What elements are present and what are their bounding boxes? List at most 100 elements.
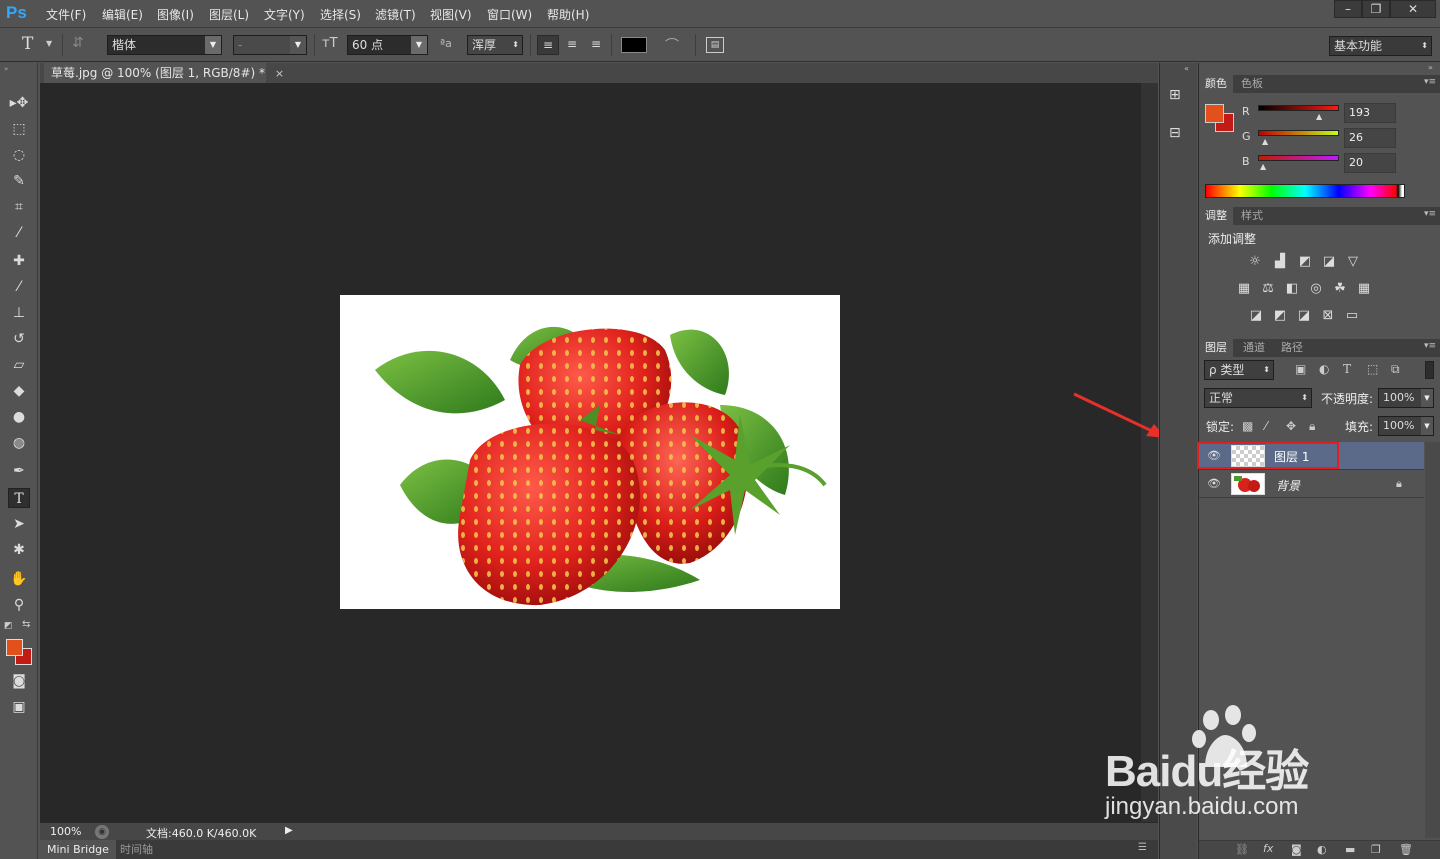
custom-shape-tool-icon[interactable]: ✱ xyxy=(8,540,30,560)
minimize-button[interactable]: – xyxy=(1334,0,1362,18)
pen-tool-icon[interactable]: ✒ xyxy=(8,461,30,481)
blend-mode-select[interactable]: 正常 ⬍ xyxy=(1204,388,1312,408)
document-tab[interactable]: 草莓.jpg @ 100% (图层 1, RGB/8#) * × xyxy=(44,63,284,83)
history-brush-tool-icon[interactable]: ↺ xyxy=(8,329,30,349)
channel-g-value[interactable]: 26 xyxy=(1344,128,1396,148)
close-tab-icon[interactable]: × xyxy=(275,67,284,80)
lock-transparent-icon[interactable]: ▩ xyxy=(1242,419,1253,433)
blur-tool-icon[interactable]: ● xyxy=(8,407,30,427)
new-adjustment-layer-icon[interactable]: ◐ xyxy=(1317,843,1327,856)
filter-toggle[interactable] xyxy=(1425,361,1434,379)
type-tool-icon[interactable]: T xyxy=(8,488,30,508)
path-selection-tool-icon[interactable]: ➤ xyxy=(8,514,30,534)
curves-icon[interactable]: ◩ xyxy=(1296,255,1314,269)
tab-styles[interactable]: 样式 xyxy=(1235,207,1269,225)
layer-name[interactable]: 背景 xyxy=(1276,477,1300,494)
menu-edit[interactable]: 编辑(E) xyxy=(102,6,143,23)
posterize-icon[interactable]: ◩ xyxy=(1271,309,1289,323)
selective-color-icon[interactable]: ⊠ xyxy=(1319,309,1337,323)
crop-tool-icon[interactable]: ⌗ xyxy=(8,197,30,217)
foreground-color-swatch[interactable] xyxy=(1205,104,1224,123)
tab-paths[interactable]: 路径 xyxy=(1275,339,1309,357)
menu-help[interactable]: 帮助(H) xyxy=(547,6,589,23)
font-style-select[interactable]: - ▼ xyxy=(233,35,307,55)
add-mask-icon[interactable]: ◙ xyxy=(1291,843,1302,856)
vibrance-icon[interactable]: ▽ xyxy=(1344,255,1362,269)
exposure-icon[interactable]: ◪ xyxy=(1320,255,1338,269)
hand-tool-icon[interactable]: ✋ xyxy=(8,569,30,589)
invert-icon[interactable]: ◪ xyxy=(1247,309,1265,323)
layers-scrollbar[interactable] xyxy=(1425,442,1440,838)
eraser-tool-icon[interactable]: ▱ xyxy=(8,355,30,375)
text-color-swatch[interactable] xyxy=(621,37,647,53)
black-white-icon[interactable]: ◧ xyxy=(1283,282,1301,296)
align-center-icon[interactable]: ≡ xyxy=(561,35,583,55)
zoom-level[interactable]: 100% xyxy=(50,825,81,838)
menu-type[interactable]: 文字(Y) xyxy=(264,6,305,23)
text-orientation-icon[interactable]: ⇵ xyxy=(72,35,92,53)
color-spectrum-bar[interactable] xyxy=(1205,184,1405,198)
mini-bridge-tab[interactable]: Mini Bridge xyxy=(40,840,116,859)
font-size-select[interactable]: 60 点 ▼ xyxy=(347,35,428,55)
character-panel-icon[interactable]: ▤ xyxy=(706,37,724,53)
menu-image[interactable]: 图像(I) xyxy=(157,6,194,23)
filter-pixel-icon[interactable]: ▣ xyxy=(1295,362,1306,376)
lasso-tool-icon[interactable]: ◌ xyxy=(8,145,30,165)
paint-bucket-tool-icon[interactable]: ◆ xyxy=(8,381,30,401)
timeline-tab[interactable]: 时间轴 xyxy=(120,840,153,859)
restore-button[interactable]: ❐ xyxy=(1362,0,1390,18)
channel-g-slider[interactable] xyxy=(1258,130,1339,136)
menu-window[interactable]: 窗口(W) xyxy=(487,6,532,23)
hue-saturation-icon[interactable]: ▦ xyxy=(1235,282,1253,296)
layer-filter-select[interactable]: ρ 类型 ⬍ xyxy=(1204,360,1274,380)
photo-filter-icon[interactable]: ◎ xyxy=(1307,282,1325,296)
tab-color[interactable]: 颜色 xyxy=(1199,75,1233,93)
panel-menu-icon[interactable]: ☰ xyxy=(1138,842,1147,853)
antialias-select[interactable]: 浑厚 ⬍ xyxy=(467,35,523,55)
history-panel-icon[interactable]: ⊞ xyxy=(1169,87,1189,107)
zoom-tool-icon[interactable]: ⚲ xyxy=(8,595,30,615)
tab-layers[interactable]: 图层 xyxy=(1199,339,1233,357)
preset-dropdown-arrow-icon[interactable]: ▼ xyxy=(46,39,52,48)
brightness-icon[interactable]: ☼ xyxy=(1246,255,1264,269)
swap-colors-icon[interactable]: ⇆ xyxy=(22,619,30,630)
layer-row-background[interactable]: 👁︎ 背景 🔒︎ xyxy=(1199,470,1424,498)
tab-channels[interactable]: 通道 xyxy=(1237,339,1271,357)
delete-layer-icon[interactable]: 🗑︎ xyxy=(1399,843,1413,856)
panel-menu-icon[interactable]: ▾≡ xyxy=(1424,341,1436,351)
workspace-select[interactable]: 基本功能 ⬍ xyxy=(1329,36,1432,56)
quick-select-tool-icon[interactable]: ✎ xyxy=(8,171,30,191)
color-lookup-icon[interactable]: ▦ xyxy=(1355,282,1373,296)
properties-panel-icon[interactable]: ⊟ xyxy=(1169,125,1189,145)
collapse-icon[interactable]: « xyxy=(1184,64,1189,73)
menu-filter[interactable]: 滤镜(T) xyxy=(375,6,416,23)
threshold-icon[interactable]: ◪ xyxy=(1295,309,1313,323)
foreground-color-swatch[interactable] xyxy=(6,639,23,656)
gradient-map-icon[interactable]: ▭ xyxy=(1343,309,1361,323)
tab-swatches[interactable]: 色板 xyxy=(1235,75,1269,93)
opacity-input[interactable]: 100% ▼ xyxy=(1378,388,1434,408)
menu-select[interactable]: 选择(S) xyxy=(320,6,361,23)
screen-mode-icon[interactable]: ▣ xyxy=(8,697,30,717)
expand-panels-icon[interactable]: » xyxy=(1428,63,1433,72)
slider-thumb-icon[interactable]: ▲ xyxy=(1262,137,1268,146)
new-layer-icon[interactable]: ❐ xyxy=(1371,843,1381,856)
brush-tool-icon[interactable]: ⁄ xyxy=(8,277,30,297)
new-group-icon[interactable]: ▬ xyxy=(1345,843,1355,856)
color-balance-icon[interactable]: ⚖ xyxy=(1259,282,1277,296)
menu-layer[interactable]: 图层(L) xyxy=(209,6,249,23)
default-colors-icon[interactable]: ◩ xyxy=(4,621,13,631)
align-left-icon[interactable]: ≡ xyxy=(537,35,559,55)
channel-b-slider[interactable] xyxy=(1258,155,1339,161)
panel-menu-icon[interactable]: ▾≡ xyxy=(1424,209,1436,219)
move-tool-icon[interactable]: ▸✥ xyxy=(8,93,30,113)
lock-all-icon[interactable]: 🔒︎ xyxy=(1309,419,1315,434)
slider-thumb-icon[interactable]: ▲ xyxy=(1260,162,1266,171)
channel-mixer-icon[interactable]: ☘ xyxy=(1331,282,1349,296)
quick-mask-icon[interactable]: ◙ xyxy=(8,671,30,691)
lock-position-icon[interactable]: ✥ xyxy=(1286,419,1296,433)
levels-icon[interactable]: ▟ xyxy=(1271,255,1289,269)
eyedropper-tool-icon[interactable]: ⁄ xyxy=(8,223,30,243)
share-icon[interactable]: ◉ xyxy=(95,825,109,839)
channel-b-value[interactable]: 20 xyxy=(1344,153,1396,173)
